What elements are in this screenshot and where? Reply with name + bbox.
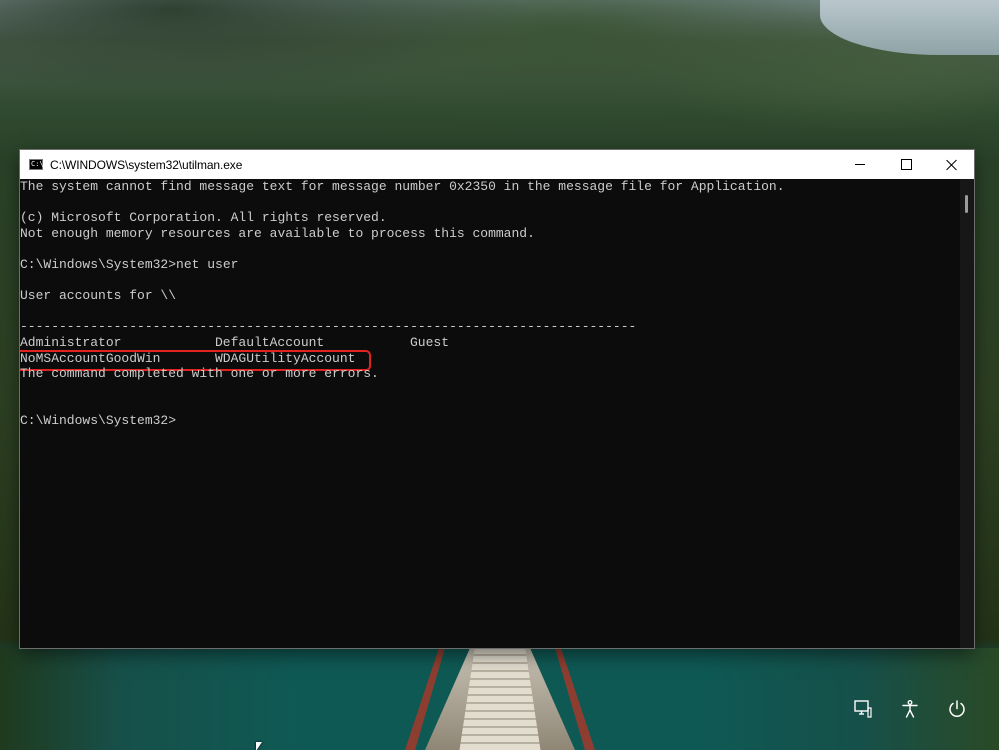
- network-icon: [854, 700, 872, 718]
- power-icon: [949, 700, 965, 717]
- minimize-button[interactable]: [837, 150, 883, 179]
- separator-line: ----------------------------------------…: [20, 319, 637, 334]
- console-line: User accounts for \\: [20, 288, 177, 303]
- lock-screen-background: C:\ C:\WINDOWS\system32\utilman.exe The …: [0, 0, 999, 750]
- console-window[interactable]: C:\ C:\WINDOWS\system32\utilman.exe The …: [20, 150, 974, 648]
- scrollbar-thumb[interactable]: [965, 195, 968, 213]
- account-defaultaccount: DefaultAccount: [215, 335, 325, 350]
- console-output[interactable]: The system cannot find message text for …: [20, 179, 960, 648]
- console-line: The system cannot find message text for …: [20, 179, 785, 194]
- title-bar[interactable]: C:\ C:\WINDOWS\system32\utilman.exe: [20, 150, 974, 179]
- sky-area: [820, 0, 999, 55]
- power-button[interactable]: [942, 694, 972, 724]
- completion-message: The command completed with one or more e…: [20, 366, 379, 381]
- maximize-icon: [900, 159, 912, 170]
- minimize-icon: [855, 164, 865, 165]
- vertical-scrollbar[interactable]: [960, 179, 974, 648]
- close-button[interactable]: [929, 150, 975, 179]
- accessibility-button[interactable]: [895, 694, 925, 724]
- console-line: Not enough memory resources are availabl…: [20, 226, 535, 241]
- console-line: (c) Microsoft Corporation. All rights re…: [20, 210, 387, 225]
- accessibility-icon: [902, 700, 918, 718]
- close-icon: [946, 159, 958, 171]
- maximize-button[interactable]: [883, 150, 929, 179]
- cmd-icon: C:\: [29, 159, 44, 170]
- console-line: C:\Windows\System32>net user: [20, 257, 239, 272]
- network-button[interactable]: [848, 694, 878, 724]
- mouse-cursor: [256, 742, 262, 750]
- account-guest: Guest: [410, 335, 450, 350]
- command-prompt[interactable]: C:\Windows\System32>: [20, 413, 176, 429]
- window-title: C:\WINDOWS\system32\utilman.exe: [50, 157, 243, 172]
- account-administrator: Administrator: [20, 335, 122, 350]
